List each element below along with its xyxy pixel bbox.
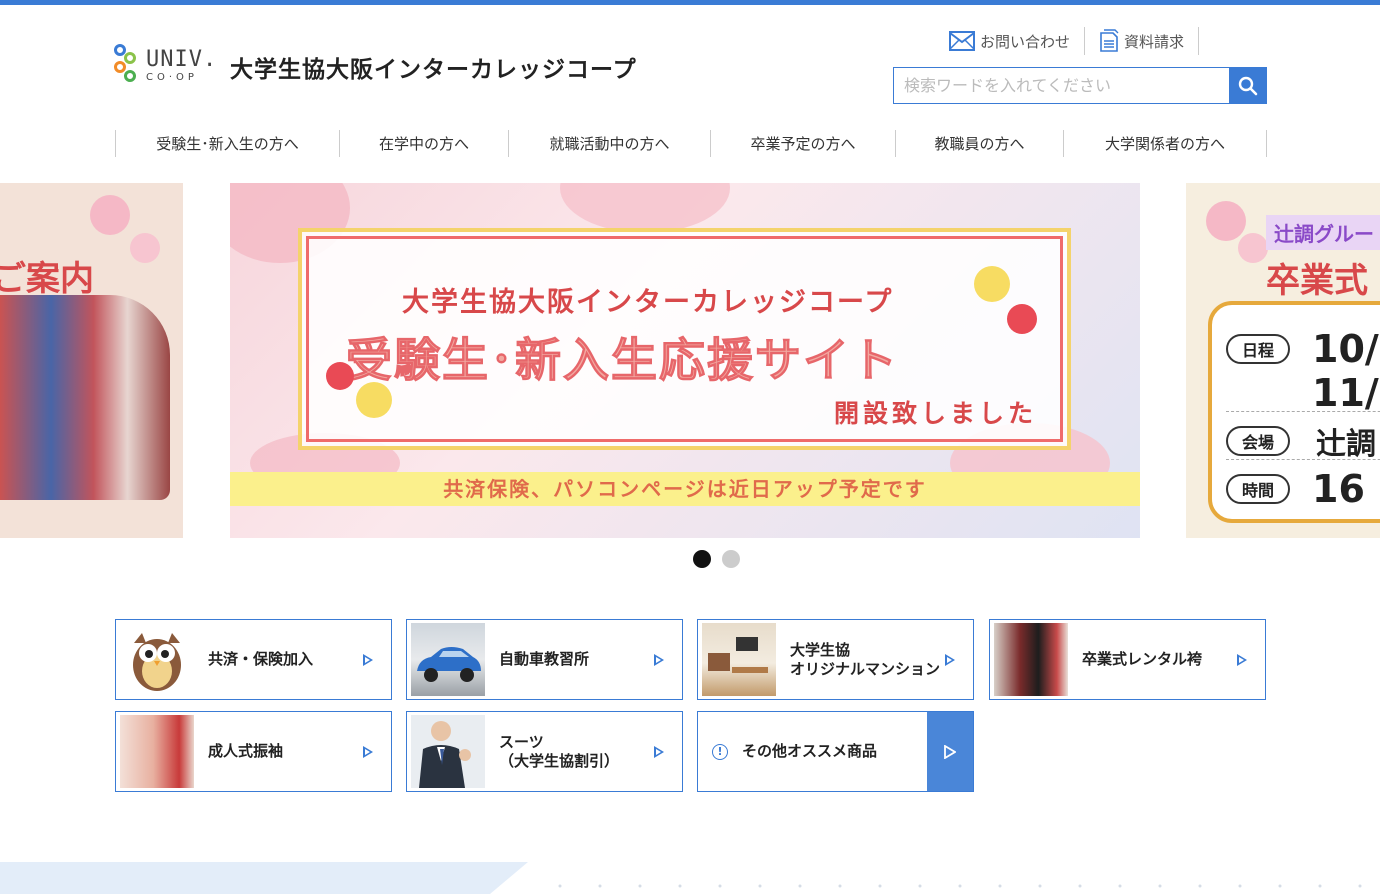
car-photo-icon (411, 623, 485, 696)
slide-previous[interactable]: ご案内 (0, 183, 183, 538)
card-other-recommended[interactable]: ! その他オススメ商品 (697, 711, 974, 792)
global-nav: 受験生･新入生の方へ 在学中の方へ 就職活動中の方へ 卒業予定の方へ 教職員の方… (115, 130, 1267, 157)
nav-item-university-staff[interactable]: 大学関係者の方へ (1064, 130, 1267, 157)
flower-icon (326, 362, 354, 390)
banner-notice-strip: 共済保険、パソコンページは近日アップ予定です (230, 472, 1140, 506)
suit-photo-icon (411, 715, 485, 788)
logo-univ-text: UNIV. (146, 47, 218, 72)
docs-request-link[interactable]: 資料請求 (1085, 29, 1198, 53)
document-icon (1100, 29, 1119, 52)
card-label: 自動車教習所 (499, 650, 590, 669)
nav-item-job-hunting[interactable]: 就職活動中の方へ (509, 130, 711, 157)
banner-text-box: 大学生協大阪インターカレッジコープ 受験生･新入生応援サイト 開設致しました (298, 228, 1071, 450)
blossom-icon (560, 183, 730, 233)
search-input[interactable] (894, 68, 1229, 103)
card-label: 大学生協 オリジナルマンション (790, 640, 941, 678)
flower-icon (1007, 304, 1037, 334)
banner-org-name: 大学生協大阪インターカレッジコープ (402, 287, 894, 318)
date-value: 10/ (1312, 327, 1379, 371)
arrow-right-icon (945, 653, 955, 666)
arrow-right-icon (1237, 653, 1247, 666)
coop-logo-mark (114, 44, 142, 88)
slide-right-title: 卒業式 (1266, 261, 1368, 301)
arrow-right-icon (654, 745, 664, 758)
arrow-right-icon (363, 745, 373, 758)
slide-next[interactable]: 辻調グルー 卒業式 日程 10/ 11/ 会場 辻調 時間 16 (1186, 183, 1380, 538)
card-suit[interactable]: スーツ （大学生協割引） (406, 711, 683, 792)
time-value: 16 (1312, 467, 1365, 511)
card-label: 共済・保険加入 (208, 650, 314, 669)
card-label: 卒業式レンタル袴 (1082, 650, 1203, 669)
blossom-icon (1206, 201, 1246, 241)
banner-subline: 開設致しました (833, 399, 1037, 428)
nav-item-current-students[interactable]: 在学中の方へ (340, 130, 509, 157)
arrow-right-icon (363, 653, 373, 666)
time-label: 時間 (1226, 474, 1290, 504)
card-label: 成人式振袖 (208, 742, 284, 761)
room-photo-icon (702, 623, 776, 696)
hero-slider: ご案内 大学生協大阪インターカレッジコープ 受験生･新入生応援サイト 開設致しま… (0, 183, 1380, 538)
nav-item-faculty[interactable]: 教職員の方へ (896, 130, 1064, 157)
card-label: スーツ （大学生協割引） (499, 732, 620, 770)
blossom-icon (130, 233, 160, 263)
hakama-photo-icon (994, 623, 1068, 696)
mail-icon (949, 31, 975, 51)
search-icon (1238, 76, 1257, 95)
card-apartment[interactable]: 大学生協 オリジナルマンション (697, 619, 974, 700)
arrow-right-icon (944, 744, 956, 759)
docs-request-label: 資料請求 (1124, 32, 1185, 51)
divider (1198, 27, 1200, 55)
logo-coop-text: CO·OP (146, 72, 198, 83)
nav-item-prospective[interactable]: 受験生･新入生の方へ (116, 130, 340, 157)
nav-item-graduating[interactable]: 卒業予定の方へ (711, 130, 896, 157)
kimono-photo (0, 295, 170, 500)
slider-dot-1[interactable] (693, 550, 711, 568)
utility-links: お問い合わせ 資料請求 (935, 27, 1200, 55)
event-info-card: 日程 10/ 11/ 会場 辻調 時間 16 (1208, 301, 1380, 523)
card-label: その他オススメ商品 (742, 742, 878, 761)
card-hakama-rental[interactable]: 卒業式レンタル袴 (989, 619, 1266, 700)
venue-label: 会場 (1226, 426, 1290, 456)
site-title[interactable]: 大学生協大阪インターカレッジコープ (230, 50, 637, 84)
slide-left-title: ご案内 (0, 259, 94, 299)
furisode-photo-icon (120, 715, 194, 788)
arrow-right-icon (654, 653, 664, 666)
card-insurance[interactable]: 共済・保険加入 (115, 619, 392, 700)
search-box (893, 67, 1267, 104)
blossom-icon (1238, 233, 1268, 263)
flower-icon (974, 266, 1010, 302)
footer-decoration (0, 862, 1362, 894)
venue-value: 辻調 (1316, 427, 1376, 462)
slide-right-tag: 辻調グルー (1266, 215, 1380, 250)
coop-logo[interactable]: UNIV. CO·OP (114, 44, 217, 88)
date-label: 日程 (1226, 334, 1290, 364)
info-icon: ! (712, 743, 728, 760)
date-value-2: 11/ (1312, 371, 1379, 415)
card-side-button[interactable] (927, 712, 973, 791)
banner-headline: 受験生･新入生応援サイト (346, 333, 899, 388)
contact-label: お問い合わせ (980, 32, 1071, 51)
card-furisode[interactable]: 成人式振袖 (115, 711, 392, 792)
search-button[interactable] (1229, 68, 1266, 103)
owl-mascot-icon (120, 623, 194, 696)
slide-current[interactable]: 大学生協大阪インターカレッジコープ 受験生･新入生応援サイト 開設致しました 共… (230, 183, 1140, 538)
flower-icon (356, 382, 392, 418)
slider-dot-2[interactable] (722, 550, 740, 568)
blossom-icon (90, 195, 130, 235)
card-driving-school[interactable]: 自動車教習所 (406, 619, 683, 700)
contact-link[interactable]: お問い合わせ (935, 31, 1084, 52)
slider-pagination (693, 550, 740, 568)
top-accent-bar (0, 0, 1380, 5)
